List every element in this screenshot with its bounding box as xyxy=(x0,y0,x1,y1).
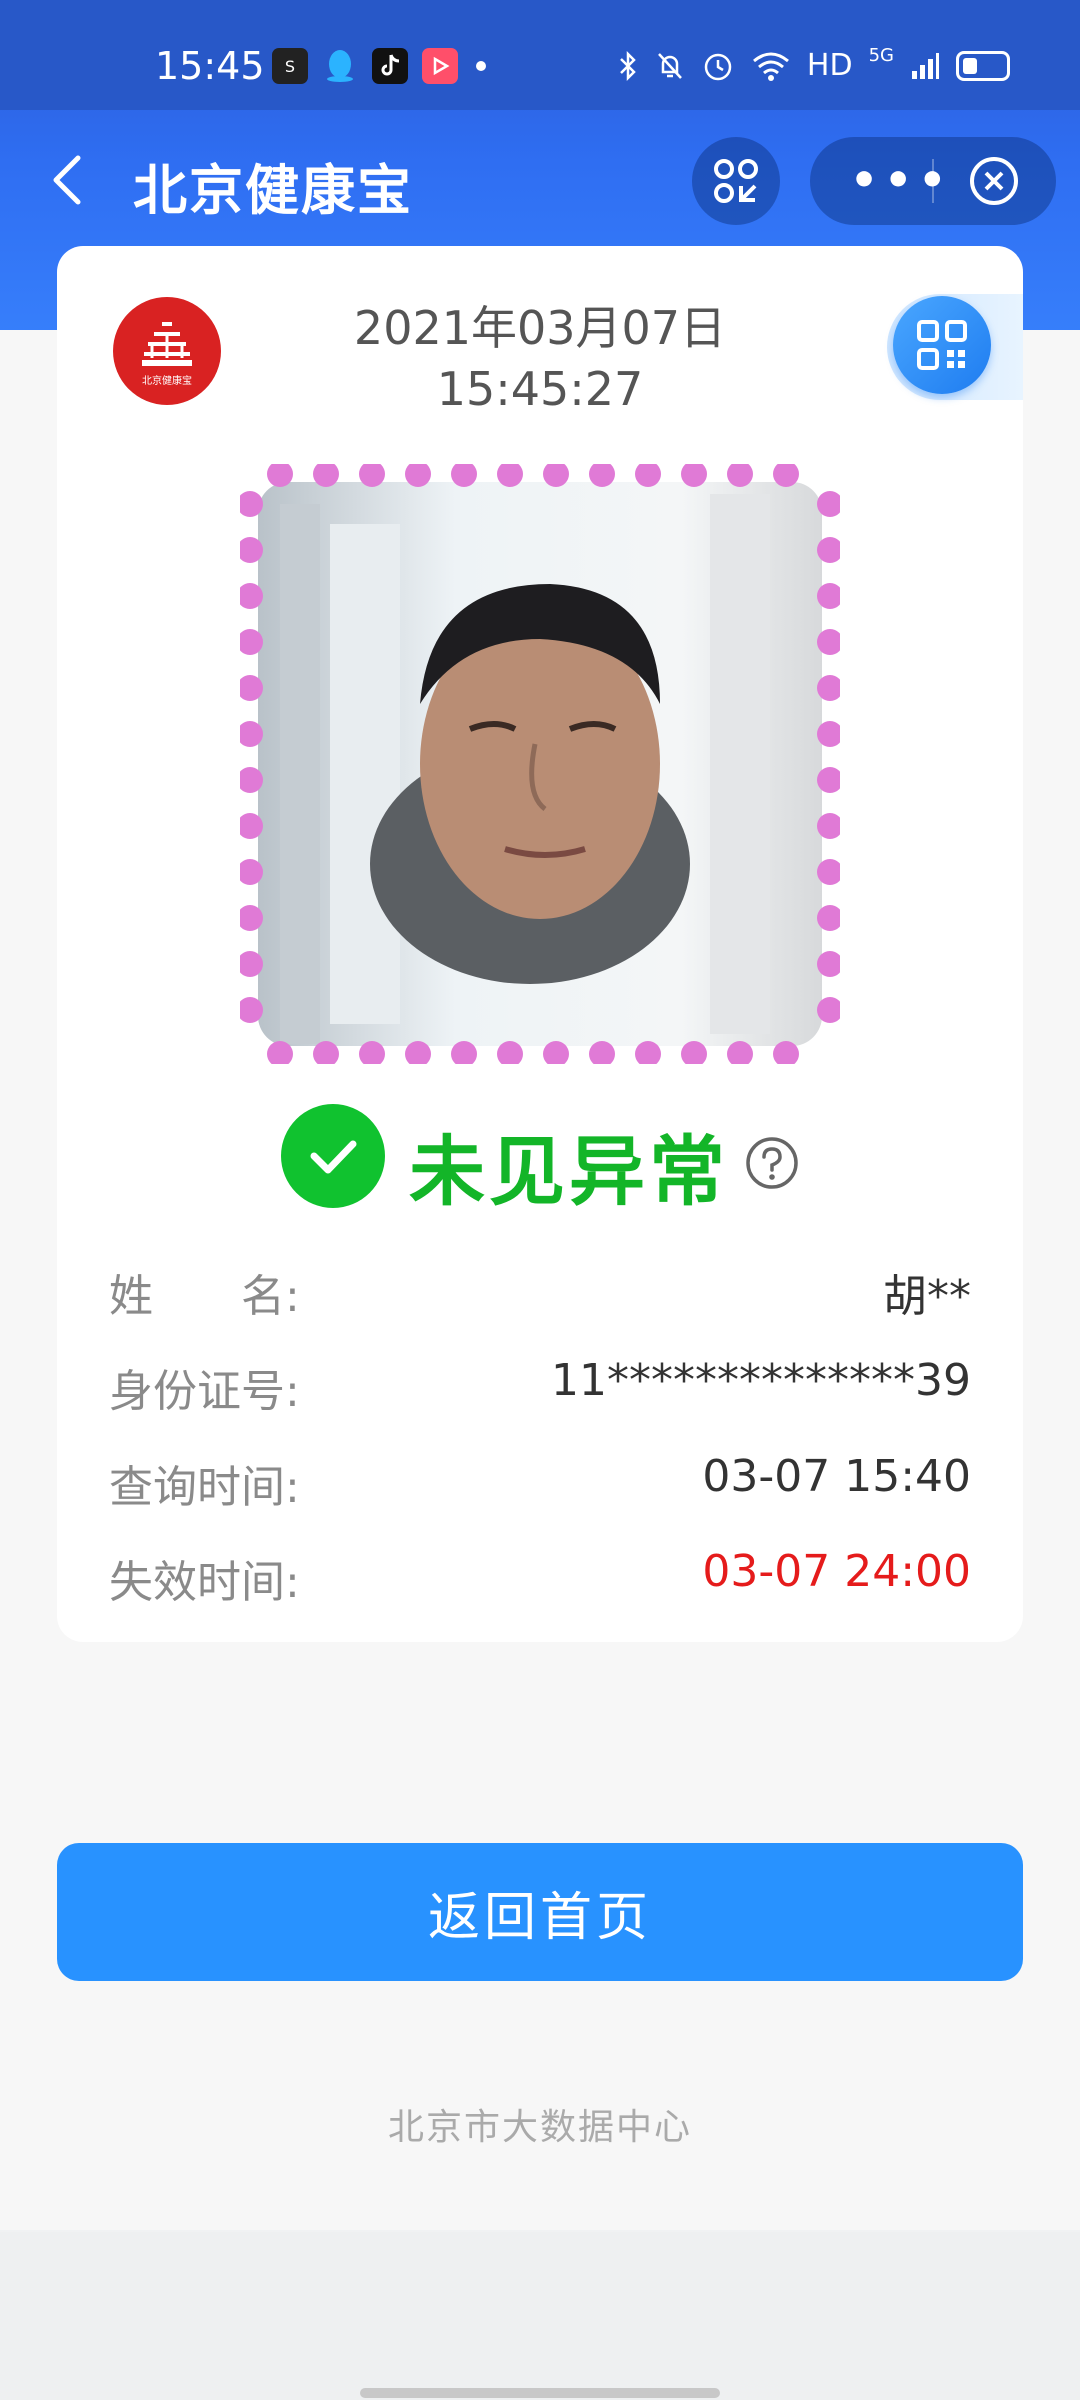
status-bar: 15:45 S HD 5G xyxy=(0,0,1080,110)
notification-dot-icon xyxy=(476,61,486,71)
query-date: 2021年03月07日 xyxy=(353,301,727,355)
qr-code-icon xyxy=(917,320,967,370)
query-time: 15:45:27 xyxy=(436,362,644,416)
status-time: 15:45 xyxy=(155,44,265,88)
more-icon[interactable]: ••• xyxy=(850,155,952,206)
help-icon[interactable] xyxy=(745,1136,799,1190)
scan-icon xyxy=(714,159,758,203)
battery-icon xyxy=(956,50,1010,81)
status-app-icons: S xyxy=(272,48,486,84)
bottom-strip xyxy=(0,2232,1080,2400)
return-home-button[interactable]: 返回首页 xyxy=(57,1843,1023,1981)
footer-text: 北京市大数据中心 xyxy=(387,2107,692,2148)
nav-title: 北京健康宝 xyxy=(133,159,413,222)
video-app-icon xyxy=(422,48,458,84)
expiry-value: 03-07 24:00 xyxy=(702,1546,971,1597)
scan-button[interactable] xyxy=(692,137,780,225)
back-icon[interactable] xyxy=(40,150,100,210)
info-row-id: 身份证号: 11**************39 xyxy=(109,1355,971,1425)
status-right-group: HD 5G xyxy=(617,45,1010,83)
wifi-icon xyxy=(752,52,789,81)
expiry-label: 失效时间: xyxy=(109,1557,300,1608)
home-indicator[interactable] xyxy=(360,2388,720,2398)
mini-program-capsule: ••• xyxy=(810,137,1056,225)
name-value: 胡** xyxy=(883,1271,971,1322)
id-value: 11**************39 xyxy=(551,1355,971,1406)
health-status-text: 未见异常 xyxy=(409,1127,729,1216)
check-icon xyxy=(281,1104,385,1208)
query-time-label: 查询时间: xyxy=(109,1462,300,1513)
qq-icon xyxy=(322,48,358,84)
user-photo-frame xyxy=(237,461,843,1067)
alarm-icon xyxy=(704,53,732,80)
health-code-card: 北京健康宝 2021年03月07日 15:45:27 未见异常 姓 名: 胡**… xyxy=(57,246,1023,1642)
network-label: 5G xyxy=(868,45,894,66)
hd-label: HD xyxy=(806,48,853,83)
query-time-value: 03-07 15:40 xyxy=(702,1451,971,1502)
mute-icon xyxy=(658,52,682,79)
qr-code-button[interactable] xyxy=(893,296,991,394)
info-row-name: 姓 名: 胡** xyxy=(109,1260,971,1330)
user-photo xyxy=(237,461,843,1067)
id-label: 身份证号: xyxy=(109,1366,300,1417)
soul-app-icon: S xyxy=(272,48,308,84)
info-row-query-time: 查询时间: 03-07 15:40 xyxy=(109,1451,971,1521)
close-icon[interactable] xyxy=(968,155,1020,207)
health-status-row: 未见异常 xyxy=(57,1104,1023,1216)
capsule-divider xyxy=(932,159,934,203)
nav-bar: 北京健康宝 ••• xyxy=(0,110,1080,250)
tiktok-icon xyxy=(372,48,408,84)
info-row-expiry: 失效时间: 03-07 24:00 xyxy=(109,1546,971,1616)
name-label: 姓 名: xyxy=(109,1271,300,1322)
signal-icon xyxy=(912,52,939,79)
bluetooth-icon xyxy=(620,50,636,81)
